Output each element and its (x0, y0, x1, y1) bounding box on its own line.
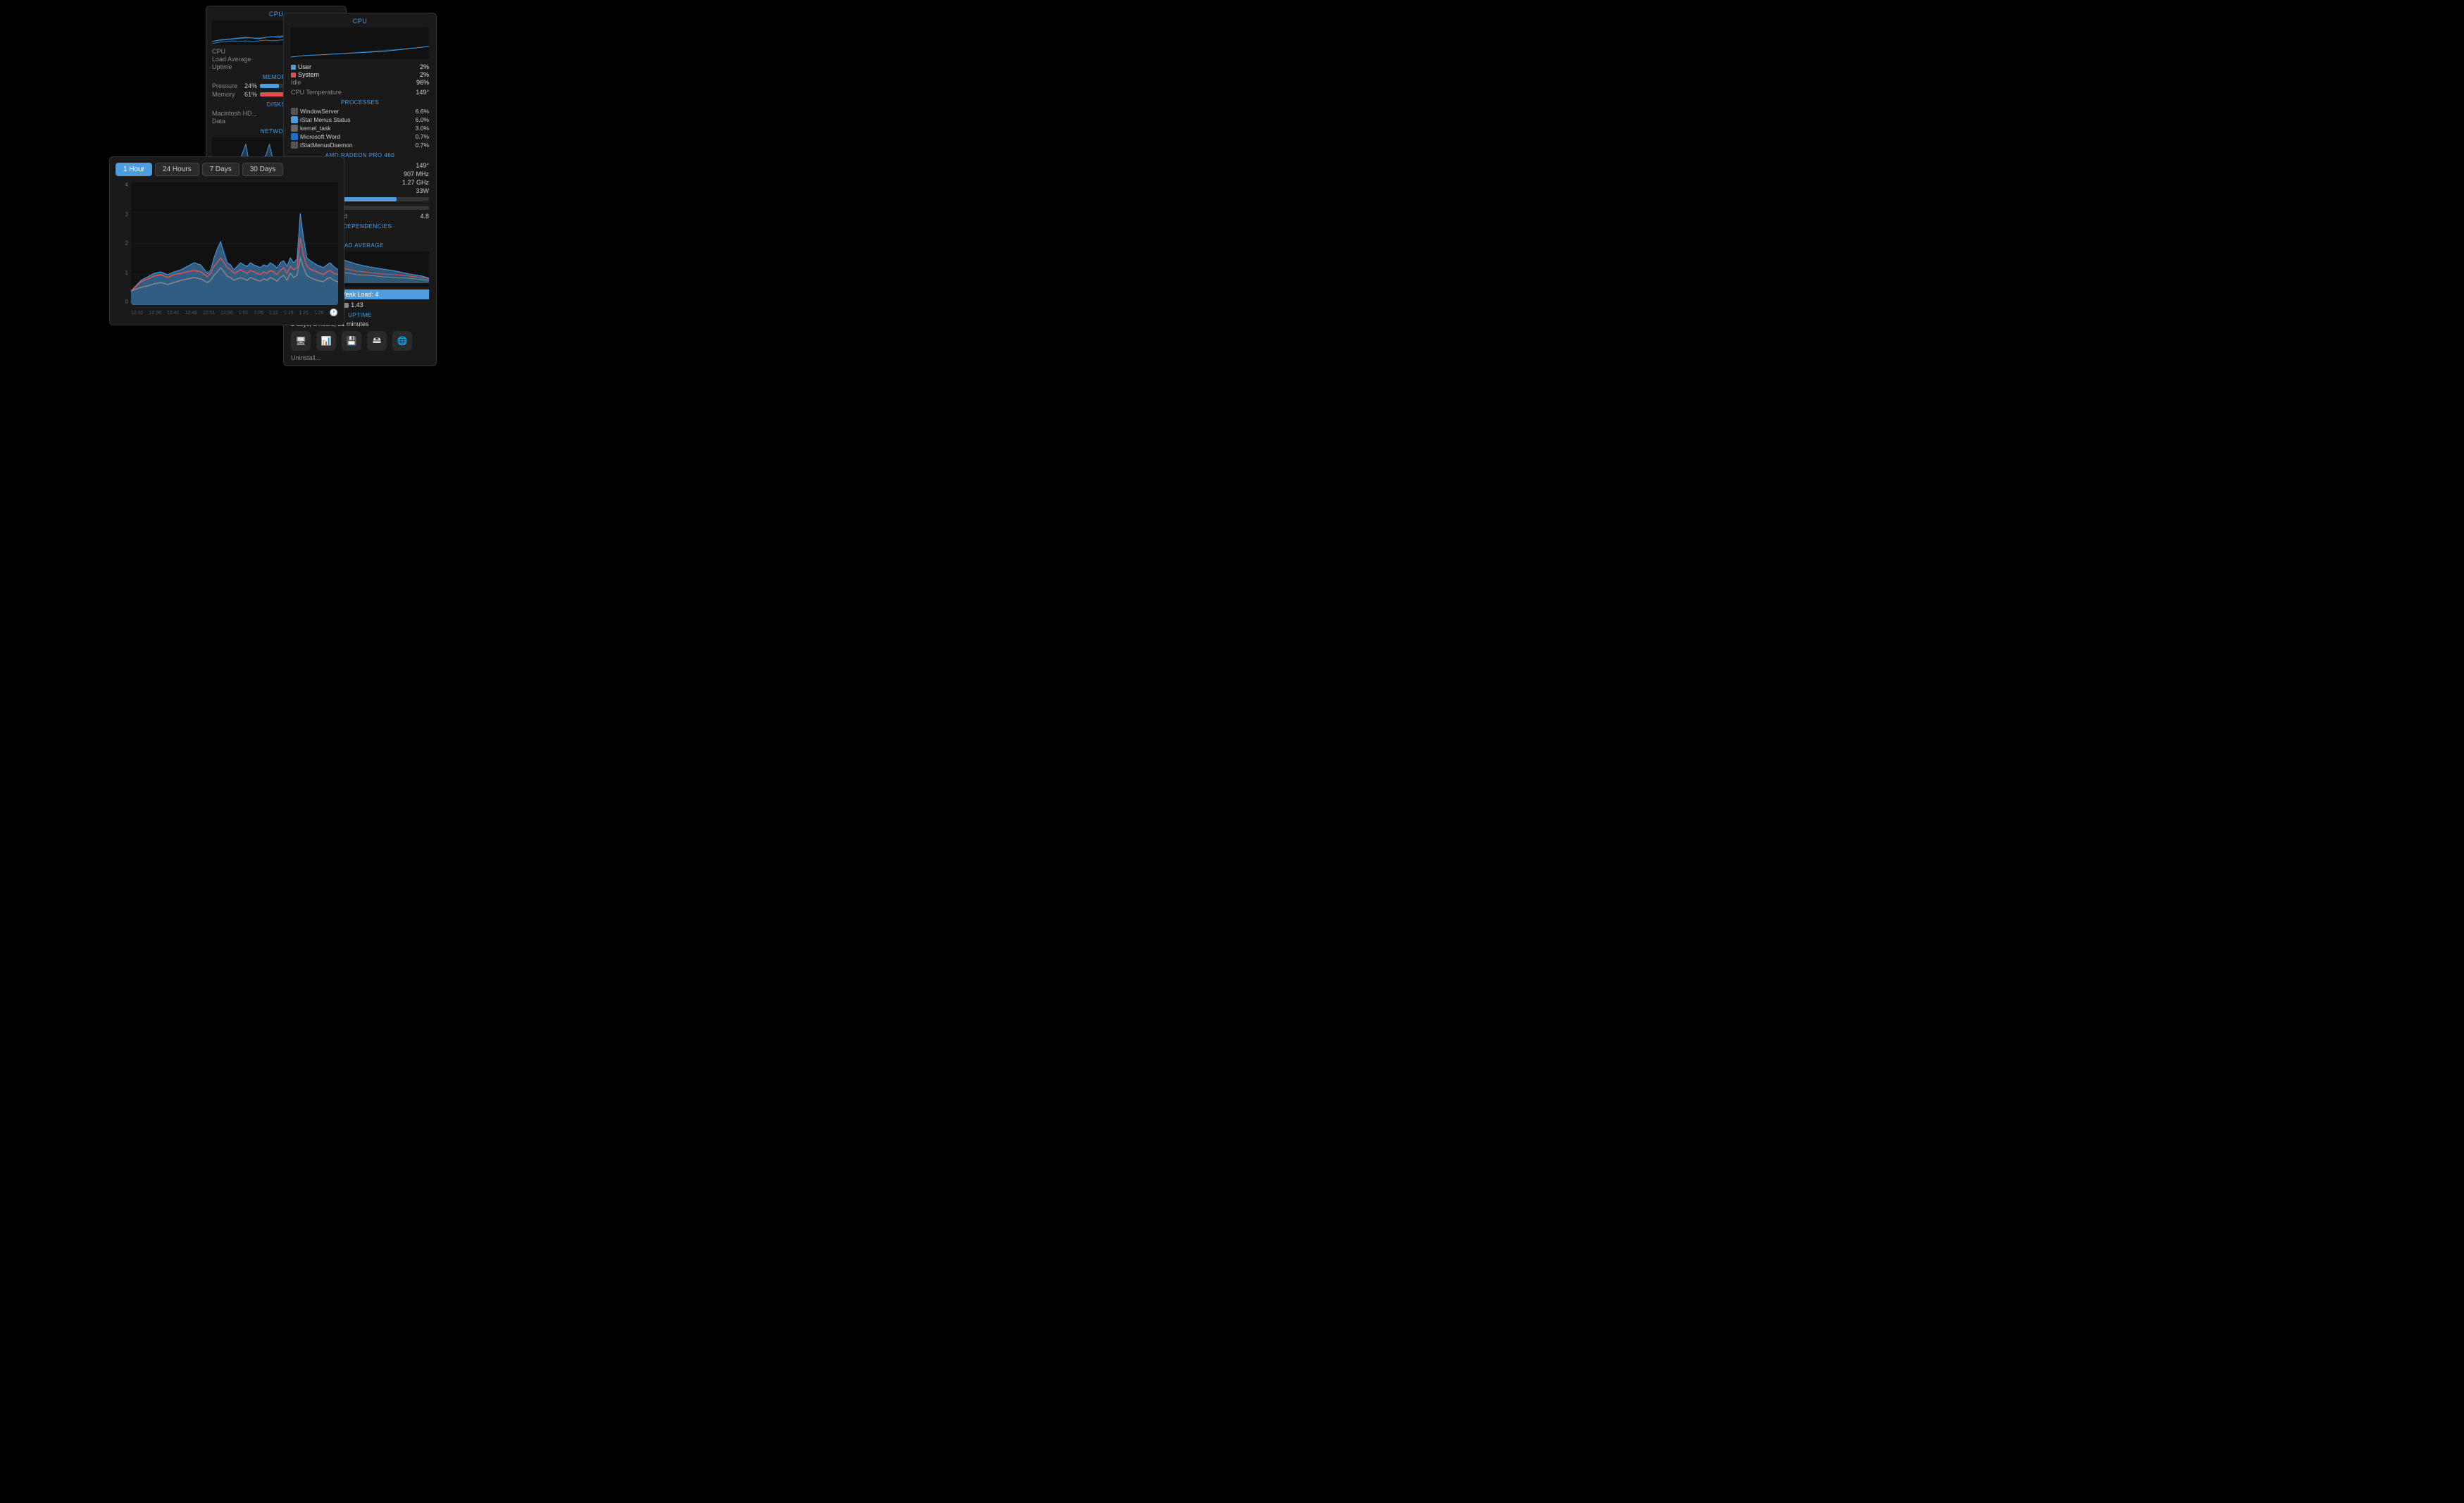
proc-icon-3 (291, 133, 298, 140)
proc-name-2: kernel_task (291, 125, 330, 132)
cpu-temp-row: CPU Temperature 149° (291, 89, 429, 96)
user-value: 2% (420, 63, 429, 70)
proc-pct-1: 6.0% (416, 116, 429, 123)
memory-label: Memory (212, 91, 240, 98)
pressure-bar-fill (260, 84, 279, 88)
pressure-pct: 24% (243, 82, 257, 89)
chart-area (131, 182, 338, 305)
x-label-6: 1:01 (239, 311, 249, 316)
x-label-1: 12:36 (149, 311, 161, 316)
memory-pct: 61% (243, 91, 257, 98)
proc-pct-4: 0.7% (416, 142, 429, 149)
app-icon-3[interactable]: 🖴 (367, 331, 387, 351)
y-label-2: 2 (116, 240, 128, 247)
x-label-3: 12:46 (185, 311, 197, 316)
load-dot-2 (344, 303, 349, 308)
gpu-core-value: 907 MHz (404, 170, 429, 177)
uninstall-link[interactable]: Uninstall... (291, 354, 429, 361)
tab-24-hours[interactable]: 24 Hours (155, 163, 199, 176)
tab-7-days[interactable]: 7 Days (202, 163, 239, 176)
gpu-mem-clock-value: 1.27 GHz (402, 179, 429, 186)
peak-load-label: Peak Load: 4 (341, 291, 378, 298)
proc-row-0: WindowServer 6.6% (291, 108, 429, 115)
app-icon-4[interactable]: 🌐 (392, 331, 412, 351)
uptime-label: Uptime (212, 63, 232, 70)
load-chart-container: 4 3 2 1 0 (116, 182, 338, 319)
y-label-3: 3 (116, 211, 128, 218)
system-dot (291, 73, 296, 77)
disk-label-0: Macintosh HD... (212, 110, 257, 117)
x-label-7: 1:06 (254, 311, 263, 316)
x-label-0: 12:31 (131, 311, 144, 316)
proc-pct-2: 3.0% (416, 125, 429, 132)
user-label: User (298, 63, 311, 70)
proc-icon-0 (291, 108, 298, 115)
disk-label-1: Data (212, 118, 254, 125)
proc-row-4: iStatMenusDaemon 0.7% (291, 142, 429, 149)
app-icon-1[interactable]: 📊 (316, 331, 336, 351)
tab-1-hour[interactable]: 1 Hour (116, 163, 152, 176)
load-value-2: 1.43 (351, 301, 363, 308)
proc-name-0: WindowServer (291, 108, 339, 115)
idle-label: Idle (291, 79, 301, 86)
load-avg-label: Load Average (212, 56, 251, 63)
load-legend-2: 1.43 (344, 301, 363, 308)
cpu-user-row: User 2% (291, 63, 429, 70)
processes-section: WindowServer 6.6% iStat Menus Status 6.0… (291, 108, 429, 149)
x-label-8: 1:11 (269, 311, 278, 316)
right-panel-title: CPU (291, 18, 429, 25)
proc-name-3: Microsoft Word (291, 133, 340, 140)
system-label: System (298, 71, 319, 78)
proc-icon-4 (291, 142, 298, 149)
proc-name-1: iStat Menus Status (291, 116, 350, 123)
gpu-power-value: 33W (416, 187, 429, 194)
bottom-chart-panel: 1 Hour 24 Hours 7 Days 30 Days 4 3 2 1 0 (109, 156, 344, 325)
proc-pct-0: 6.6% (416, 108, 429, 115)
fps-value: 4.8 (420, 213, 429, 220)
cpu-label: CPU (212, 48, 225, 55)
system-value: 2% (420, 71, 429, 78)
idle-value: 96% (416, 79, 429, 86)
proc-row-3: Microsoft Word 0.7% (291, 133, 429, 140)
proc-name-4: iStatMenusDaemon (291, 142, 353, 149)
x-label-2: 12:41 (167, 311, 180, 316)
proc-icon-1 (291, 116, 298, 123)
app-icon-0[interactable]: 🖥 (291, 331, 311, 351)
proc-row-1: iStat Menus Status 6.0% (291, 116, 429, 123)
cpu-temp-label: CPU Temperature (291, 89, 342, 96)
x-label-11: 1:26 (314, 311, 324, 316)
x-label-5: 12:56 (220, 311, 233, 316)
proc-pct-3: 0.7% (416, 133, 429, 140)
system-legend: System (291, 71, 319, 78)
app-icons: 🖥 📊 💾 🖴 🌐 (291, 331, 429, 351)
time-tabs: 1 Hour 24 Hours 7 Days 30 Days (116, 163, 338, 176)
user-dot (291, 65, 296, 70)
user-legend: User (291, 63, 311, 70)
cpu-idle-row: Idle 96% (291, 79, 429, 86)
y-label-0: 0 (116, 299, 128, 305)
cpu-temp-value: 149° (416, 89, 429, 96)
pressure-label: Pressure (212, 82, 240, 89)
proc-row-2: kernel_task 3.0% (291, 125, 429, 132)
app-icon-2[interactable]: 💾 (342, 331, 361, 351)
x-label-4: 12:51 (203, 311, 216, 316)
proc-icon-2 (291, 125, 298, 132)
y-label-1: 1 (116, 270, 128, 276)
x-label-10: 1:21 (299, 311, 309, 316)
gpu-temp-value: 149° (416, 162, 429, 169)
processes-divider: PROCESSES (291, 99, 429, 106)
chart-svg (131, 182, 338, 305)
y-label-4: 4 (116, 182, 128, 188)
clock-icon: 🕐 (329, 309, 337, 317)
tab-30-days[interactable]: 30 Days (242, 163, 284, 176)
x-label-9: 1:16 (284, 311, 294, 316)
cpu-graph-large (291, 27, 429, 59)
cpu-system-row: System 2% (291, 71, 429, 78)
chart-x-labels: 12:31 12:36 12:41 12:46 12:51 12:56 1:01… (131, 306, 338, 319)
chart-y-labels: 4 3 2 1 0 (116, 182, 128, 305)
